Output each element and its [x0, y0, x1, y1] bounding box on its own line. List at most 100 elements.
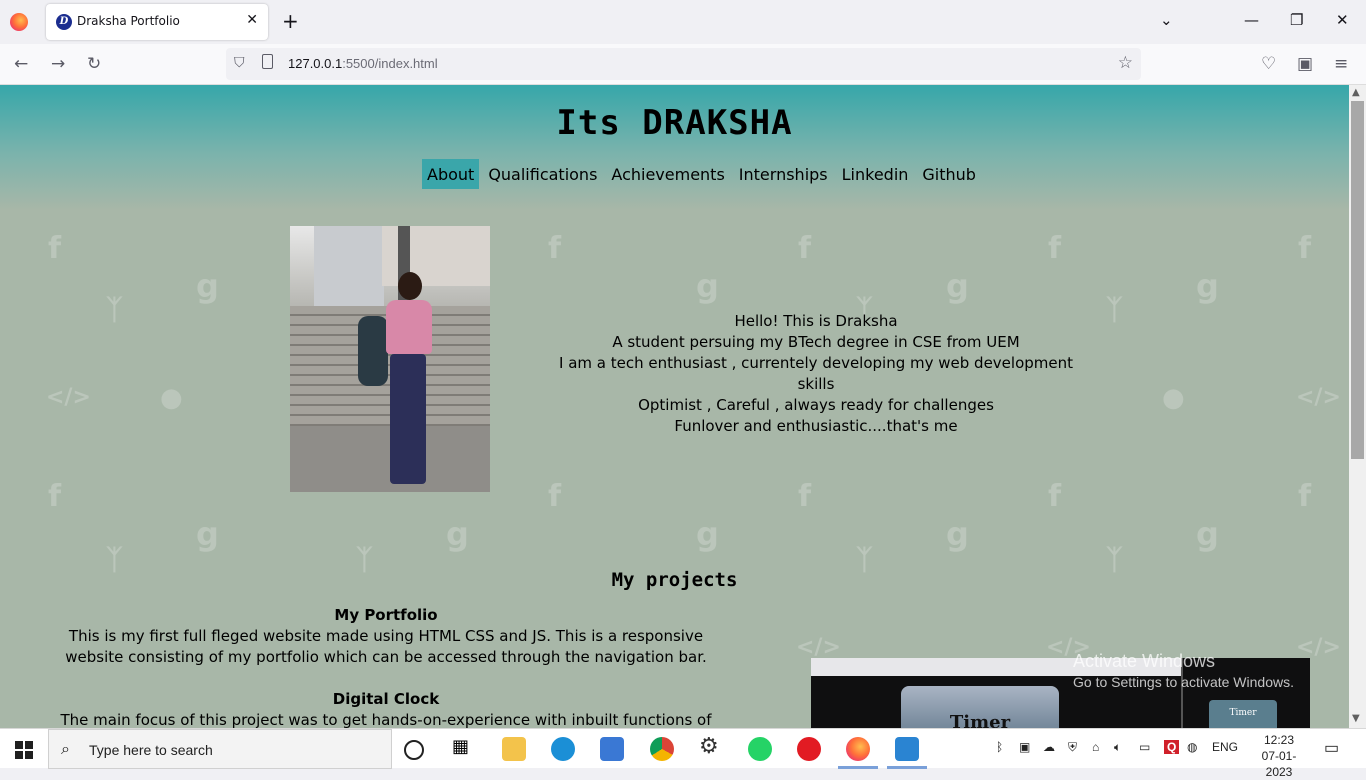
github-bg-icon: ●	[1162, 383, 1185, 413]
page-viewport: f f f f f g g g g ᛉ ᛉ ᛉ ᛉ </> </> ● ● f …	[0, 85, 1349, 728]
opera-icon[interactable]	[797, 737, 821, 761]
chrome-icon[interactable]	[650, 737, 674, 761]
minimize-icon[interactable]: —	[1244, 11, 1259, 29]
new-tab-icon[interactable]: +	[282, 9, 299, 33]
timer-preview: Timer	[901, 686, 1059, 728]
about-line: Funlover and enthusiastic....that's me	[674, 417, 958, 435]
code-bg-icon: </>	[46, 385, 91, 410]
reload-icon[interactable]: ↻	[87, 54, 101, 74]
firefox-icon[interactable]	[10, 13, 28, 31]
globe-icon[interactable]: ◍	[1187, 740, 1197, 754]
google-bg-icon: g	[946, 515, 969, 553]
tracking-protection-icon[interactable]: ⛉	[234, 55, 245, 71]
project-title: Digital Clock	[332, 690, 440, 708]
battery-icon[interactable]: ▭	[1139, 740, 1150, 754]
meet-icon[interactable]: ▣	[1019, 740, 1030, 754]
firefox-taskbar-icon[interactable]	[846, 737, 870, 761]
google-bg-icon: g	[196, 515, 219, 553]
about-text: Hello! This is Draksha A student persuin…	[556, 311, 1076, 437]
facebook-bg-icon: f	[1298, 231, 1312, 266]
browser-chrome: D Draksha Portfolio ✕ + ⌄ — ❐ ✕ ← → ↻ ⛉ …	[0, 0, 1366, 85]
google-bg-icon: g	[946, 267, 969, 305]
scroll-down-icon[interactable]: ▼	[1352, 713, 1360, 724]
page-info-icon[interactable]	[262, 54, 273, 69]
tab-draksha-portfolio[interactable]: D Draksha Portfolio ✕	[46, 4, 268, 40]
vscode-icon[interactable]	[895, 737, 919, 761]
back-icon[interactable]: ←	[14, 54, 28, 74]
taskbar: ⌕ Type here to search ▦ ⚙ ᛒ ▣ ☁ ⛨ ⌂ 🔈︎ ▭…	[0, 728, 1366, 779]
project-card: My Portfolio This is my first full flege…	[48, 605, 724, 668]
scrollbar-thumb[interactable]	[1351, 101, 1364, 459]
about-line: A student persuing my BTech degree in CS…	[612, 333, 1020, 351]
facebook-bg-icon: f	[798, 479, 812, 514]
close-tab-icon[interactable]: ✕	[246, 12, 258, 28]
taskbar-clock[interactable]: 12:23 07-01-2023	[1249, 732, 1309, 780]
windows-start-icon[interactable]	[15, 741, 33, 759]
code-bg-icon: </>	[1296, 385, 1341, 410]
nav-qualifications[interactable]: Qualifications	[483, 159, 602, 189]
nav-internships[interactable]: Internships	[734, 159, 833, 189]
nav-github[interactable]: Github	[917, 159, 981, 189]
whatsapp-icon[interactable]	[748, 737, 772, 761]
edge-icon[interactable]	[551, 737, 575, 761]
close-window-icon[interactable]: ✕	[1336, 11, 1349, 29]
language-indicator[interactable]: ENG	[1212, 740, 1238, 754]
url-text[interactable]: 127.0.0.1:5500/index.html	[288, 56, 438, 71]
facebook-bg-icon: f	[1048, 231, 1062, 266]
restore-icon[interactable]: ❐	[1290, 11, 1303, 29]
about-line: Optimist , Careful , always ready for ch…	[638, 396, 994, 414]
bluetooth-icon[interactable]: ᛒ	[996, 740, 1003, 754]
clock-date: 07-01-2023	[1261, 749, 1297, 779]
git-bg-icon: ᛉ	[1106, 293, 1123, 326]
quickheal-icon[interactable]: Q	[1164, 740, 1180, 754]
settings-gear-icon[interactable]: ⚙	[699, 734, 723, 759]
facebook-bg-icon: f	[548, 479, 562, 514]
file-explorer-icon[interactable]	[502, 737, 526, 761]
facebook-bg-icon: f	[798, 231, 812, 266]
menu-icon[interactable]: ≡	[1334, 54, 1348, 74]
projects-heading: My projects	[611, 569, 738, 591]
navigation-toolbar: ← → ↻ ⛉ 127.0.0.1:5500/index.html ☆ ♡ ▣ …	[0, 44, 1366, 85]
profile-photo	[290, 226, 490, 492]
cortana-icon[interactable]	[404, 740, 424, 760]
google-bg-icon: g	[696, 267, 719, 305]
security-icon[interactable]: ⛨	[1068, 740, 1077, 755]
vertical-scrollbar[interactable]: ▲ ▼	[1349, 85, 1366, 728]
clock-time: 12:23	[1263, 733, 1295, 747]
search-placeholder[interactable]: Type here to search	[89, 742, 213, 758]
site-favicon-icon: D	[56, 14, 72, 30]
bookmark-star-icon[interactable]: ☆	[1118, 53, 1133, 73]
nav-about[interactable]: About	[422, 159, 480, 189]
volume-icon[interactable]: 🔈︎	[1114, 740, 1121, 755]
list-tabs-icon[interactable]: ⌄	[1160, 11, 1173, 29]
task-view-icon[interactable]: ▦	[452, 736, 476, 760]
activate-windows-watermark: Activate Windows Go to Settings to activ…	[1073, 651, 1294, 690]
git-bg-icon: ᛉ	[106, 293, 123, 326]
nav-achievements[interactable]: Achievements	[606, 159, 729, 189]
forward-icon[interactable]: →	[51, 54, 65, 74]
taskbar-search[interactable]: ⌕ Type here to search	[48, 729, 392, 769]
notifications-icon[interactable]: ▭	[1324, 738, 1339, 758]
pocket-icon[interactable]: ♡	[1261, 54, 1276, 74]
project-description: The main focus of this project was to ge…	[60, 711, 712, 728]
project-title: My Portfolio	[334, 606, 438, 624]
github-bg-icon: ●	[160, 383, 183, 413]
network-icon[interactable]: ⌂	[1092, 740, 1099, 754]
watermark-subtitle: Go to Settings to activate Windows.	[1073, 674, 1294, 690]
timer-preview-small: Timer	[1209, 700, 1277, 728]
sidebar-icon[interactable]: ▣	[1297, 54, 1313, 74]
scroll-up-icon[interactable]: ▲	[1352, 87, 1360, 98]
search-icon: ⌕	[61, 739, 70, 758]
store-icon[interactable]	[600, 737, 624, 761]
nav-linkedin[interactable]: Linkedin	[837, 159, 914, 189]
url-bar[interactable]: ⛉ 127.0.0.1:5500/index.html ☆	[226, 48, 1141, 80]
about-line: Hello! This is Draksha	[734, 312, 898, 330]
tab-title: Draksha Portfolio	[77, 14, 180, 28]
page-title: Its DRAKSHA	[556, 103, 793, 143]
google-bg-icon: g	[696, 515, 719, 553]
project-description: This is my first full fleged website mad…	[65, 627, 707, 666]
facebook-bg-icon: f	[48, 231, 62, 266]
onedrive-icon[interactable]: ☁	[1043, 740, 1055, 754]
about-line: I am a tech enthusiast , currentely deve…	[559, 354, 1073, 393]
facebook-bg-icon: f	[1298, 479, 1312, 514]
